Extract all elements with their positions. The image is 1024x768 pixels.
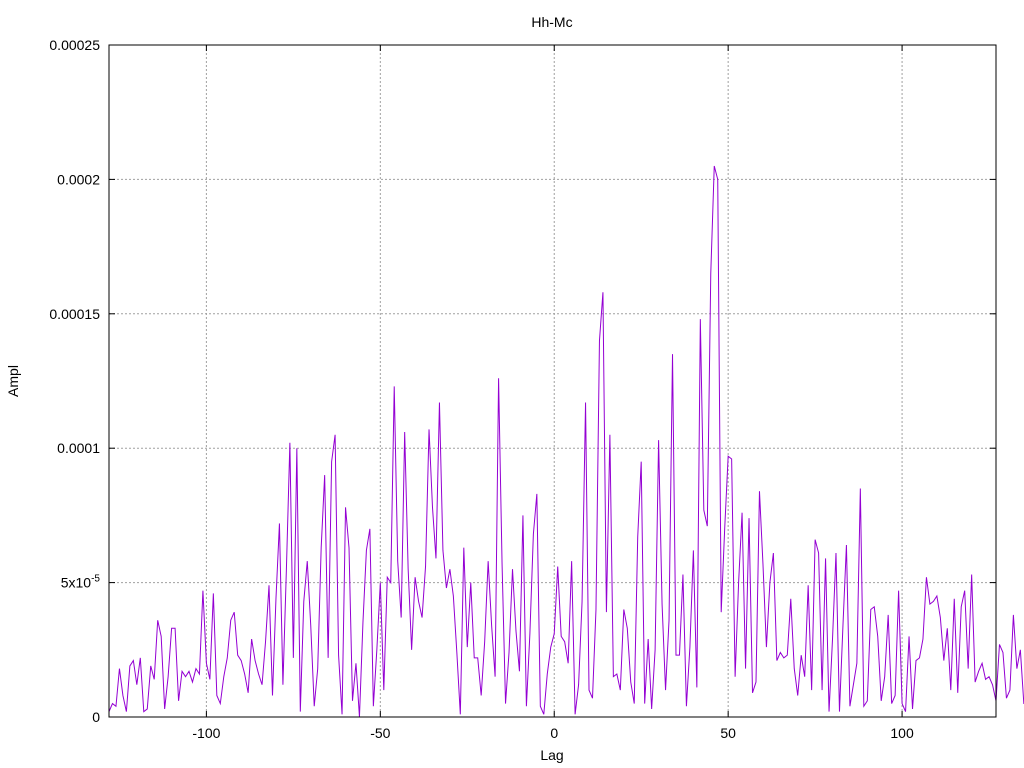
tick-marks [109, 44, 996, 718]
y-axis-label: Ampl [5, 365, 21, 397]
x-tick-label: -100 [192, 725, 220, 741]
x-tick-label: 50 [720, 725, 736, 741]
y-tick-labels: 0 5x10-5 0.0001 0.00015 0.0002 0.00025 [49, 37, 100, 725]
chart: -100 -50 0 50 100 0 5x10-5 0.0001 0.00015 0.0002… [5, 14, 1024, 763]
x-tick-label: 100 [890, 725, 914, 741]
series-line [108, 165, 1024, 718]
x-tick-label: -50 [370, 725, 390, 741]
y-tick-label: 0 [92, 709, 100, 725]
x-axis-label: Lag [540, 747, 563, 763]
y-tick-label: 0.00025 [49, 37, 100, 53]
y-tick-label: 0.00015 [49, 306, 100, 322]
plot-frame [108, 44, 997, 718]
x-tick-label: 0 [550, 725, 558, 741]
y-tick-label: 0.0002 [57, 171, 100, 187]
data-series [108, 165, 1024, 718]
chart-title: Hh-Mc [531, 14, 572, 30]
y-tick-label: 5x10-5 [61, 574, 101, 591]
y-tick-label: 0.0001 [57, 440, 100, 456]
grid [109, 45, 996, 717]
x-tick-labels: -100 -50 0 50 100 [192, 725, 914, 741]
